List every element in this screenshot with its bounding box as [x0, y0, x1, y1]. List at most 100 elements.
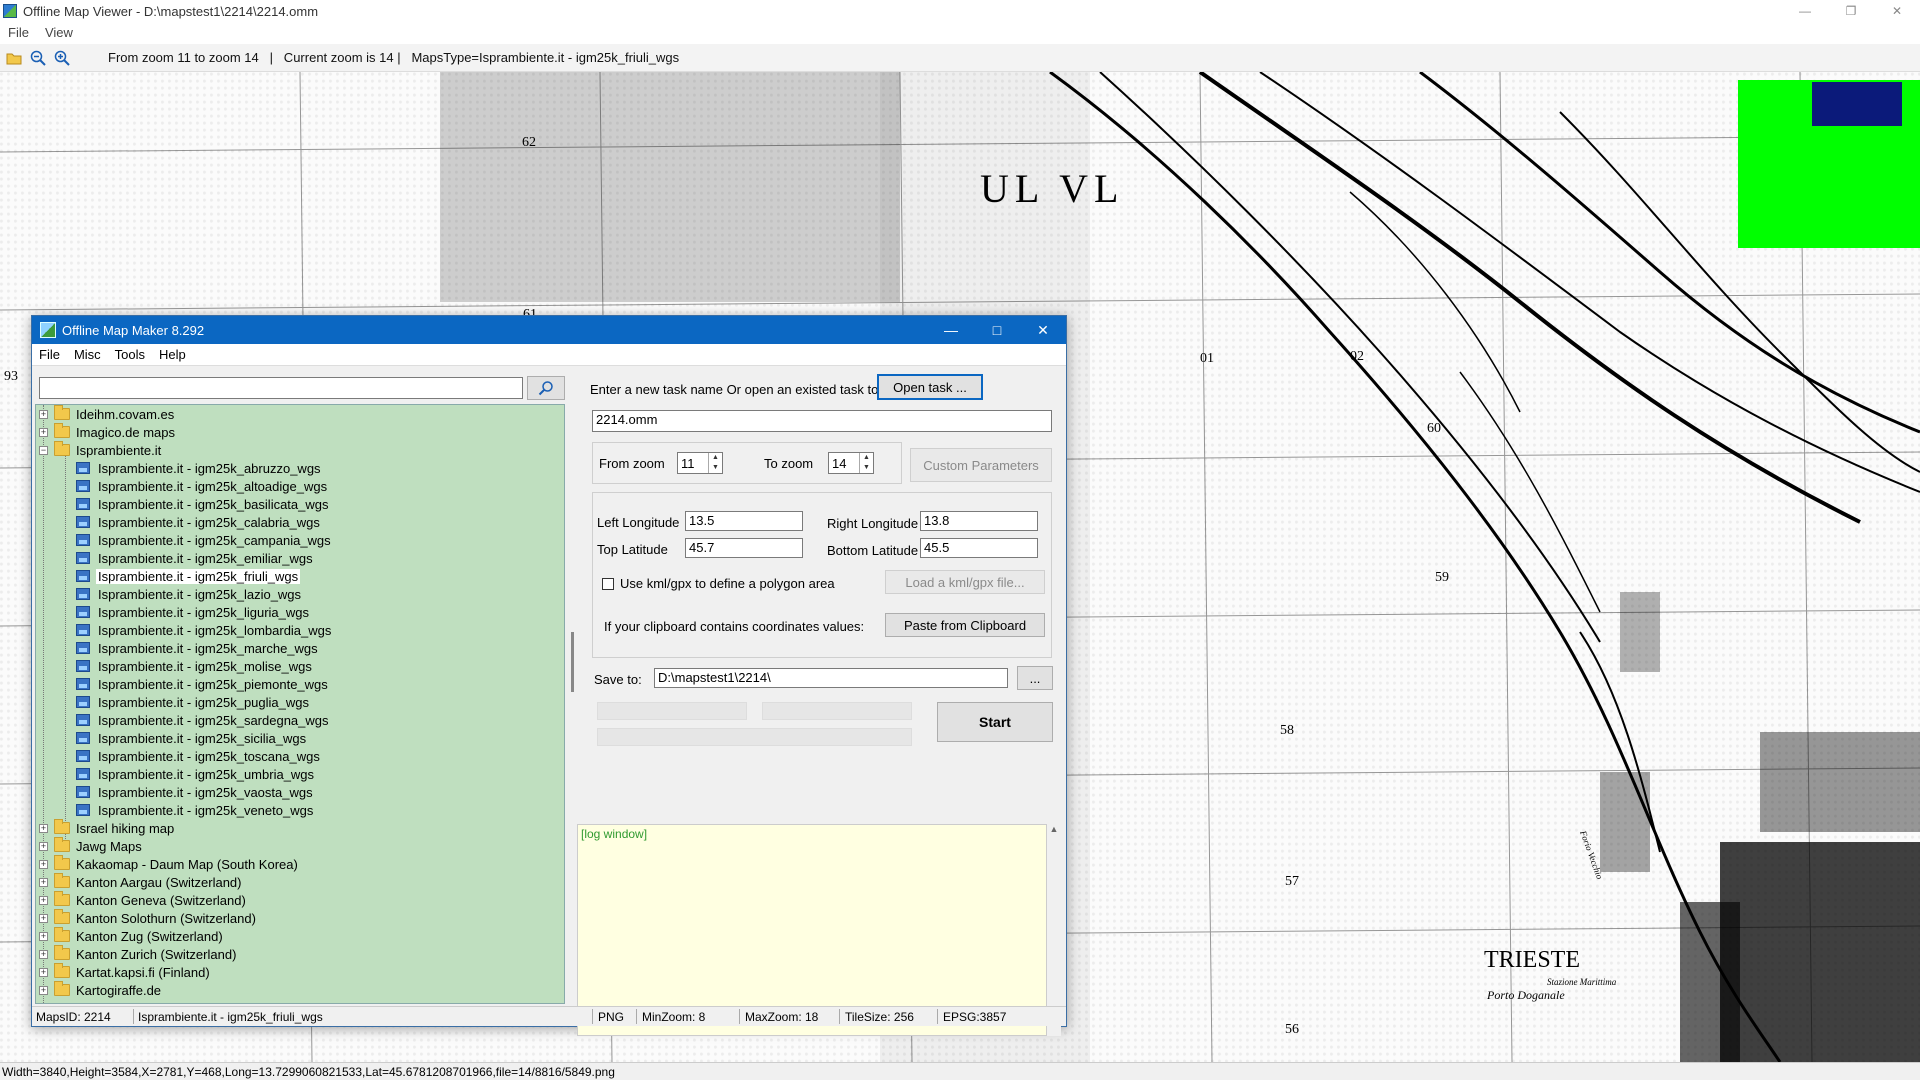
start-button[interactable]: Start [937, 702, 1053, 742]
tree-map-item[interactable]: Isprambiente.it - igm25k_sardegna_wgs [36, 711, 564, 729]
to-zoom-spinner[interactable]: 14 ▲ ▼ [828, 452, 874, 474]
pane-splitter[interactable] [571, 632, 574, 692]
tree-map-item[interactable]: Isprambiente.it - igm25k_vaosta_wgs [36, 783, 564, 801]
dialog-close-icon[interactable]: ✕ [1020, 316, 1066, 344]
overview-minimap[interactable] [1738, 80, 1920, 248]
expand-icon[interactable]: + [39, 913, 48, 923]
spinner-arrows-icon[interactable]: ▲ ▼ [708, 453, 722, 473]
clipboard-hint-label: If your clipboard contains coordinates v… [604, 619, 865, 634]
tree-map-item[interactable]: Isprambiente.it - igm25k_toscana_wgs [36, 747, 564, 765]
tree-folder[interactable]: + Kanton Zug (Switzerland) [36, 927, 564, 945]
tree-folder[interactable]: + Kakaomap - Daum Map (South Korea) [36, 855, 564, 873]
expand-icon[interactable]: + [39, 823, 48, 833]
bottom-latitude-input[interactable]: 45.5 [920, 538, 1038, 558]
tree-folder[interactable]: + Kanton Solothurn (Switzerland) [36, 909, 564, 927]
left-longitude-input[interactable]: 13.5 [685, 511, 803, 531]
tree-folder-open[interactable]: − Isprambiente.it [36, 441, 564, 459]
tree-folder[interactable]: + Israel hiking map [36, 819, 564, 837]
expand-icon[interactable]: + [39, 409, 48, 419]
right-longitude-input[interactable]: 13.8 [920, 511, 1038, 531]
task-name-input[interactable]: 2214.omm [592, 410, 1052, 432]
tree-folder[interactable]: + Kanton Aargau (Switzerland) [36, 873, 564, 891]
overview-viewport-frame[interactable] [1812, 82, 1902, 126]
dialog-minimize-icon[interactable]: — [928, 316, 974, 344]
search-button[interactable] [527, 376, 565, 400]
tree-map-item-selected[interactable]: Isprambiente.it - igm25k_friuli_wgs [36, 567, 564, 585]
custom-parameters-button[interactable]: Custom Parameters [910, 448, 1052, 482]
provider-tree[interactable]: + Ideihm.covam.es + Imagico.de maps − Ispra… [35, 404, 565, 1004]
expand-icon[interactable]: + [39, 427, 48, 437]
status-tile-size: TileSize: 256 [845, 1010, 914, 1024]
load-kml-button[interactable]: Load a kml/gpx file... [885, 570, 1045, 594]
tree-map-item[interactable]: Isprambiente.it - igm25k_lazio_wgs [36, 585, 564, 603]
expand-icon[interactable]: + [39, 859, 48, 869]
tree-folder[interactable]: + Kartogiraffe.de [36, 981, 564, 999]
expand-icon[interactable]: + [39, 877, 48, 887]
expand-icon[interactable]: + [39, 895, 48, 905]
expand-icon[interactable]: + [39, 985, 48, 995]
dialog-menu-file[interactable]: File [32, 347, 67, 362]
menu-file[interactable]: File [0, 25, 37, 40]
tree-folder[interactable]: + Kartat.kapsi.fi (Finland) [36, 963, 564, 981]
dialog-titlebar[interactable]: Offline Map Maker 8.292 — □ ✕ [32, 316, 1066, 344]
expand-icon[interactable]: + [39, 967, 48, 977]
from-zoom-spinner[interactable]: 11 ▲ ▼ [677, 452, 723, 474]
dialog-menu-tools[interactable]: Tools [108, 347, 152, 362]
tree-map-item[interactable]: Isprambiente.it - igm25k_umbria_wgs [36, 765, 564, 783]
tree-map-item[interactable]: Isprambiente.it - igm25k_liguria_wgs [36, 603, 564, 621]
map-label: 01 [1200, 351, 1214, 366]
tree-map-label: Isprambiente.it - igm25k_sicilia_wgs [98, 730, 307, 746]
tree-map-item[interactable]: Isprambiente.it - igm25k_piemonte_wgs [36, 675, 564, 693]
tree-folder-label: Kanton Zurich (Switzerland) [76, 946, 237, 962]
browse-button[interactable]: ... [1017, 666, 1053, 690]
tree-map-item[interactable]: Isprambiente.it - igm25k_altoadige_wgs [36, 477, 564, 495]
tree-map-item[interactable]: Isprambiente.it - igm25k_veneto_wgs [36, 801, 564, 819]
tree-map-label: Isprambiente.it - igm25k_basilicata_wgs [98, 496, 329, 512]
tree-map-item[interactable]: Isprambiente.it - igm25k_calabria_wgs [36, 513, 564, 531]
tree-map-item[interactable]: Isprambiente.it - igm25k_basilicata_wgs [36, 495, 564, 513]
tree-folder[interactable]: + Kanton Geneva (Switzerland) [36, 891, 564, 909]
tree-folder[interactable]: + Ideihm.covam.es [36, 405, 564, 423]
tree-folder[interactable]: + Kanton Zurich (Switzerland) [36, 945, 564, 963]
collapse-icon[interactable]: − [39, 445, 48, 455]
maximize-icon[interactable]: ❐ [1828, 0, 1874, 22]
close-icon[interactable]: ✕ [1874, 0, 1920, 22]
kml-polygon-checkbox[interactable] [602, 578, 614, 590]
dialog-menu-help[interactable]: Help [152, 347, 193, 362]
tree-map-item[interactable]: Isprambiente.it - igm25k_sicilia_wgs [36, 729, 564, 747]
map-icon [76, 570, 90, 582]
zoom-in-icon[interactable] [52, 48, 72, 68]
tree-map-item[interactable]: Isprambiente.it - igm25k_molise_wgs [36, 657, 564, 675]
paste-clipboard-button[interactable]: Paste from Clipboard [885, 613, 1045, 637]
tree-map-label: Isprambiente.it - igm25k_vaosta_wgs [98, 784, 313, 800]
open-folder-icon[interactable] [4, 48, 24, 68]
expand-icon[interactable]: + [39, 949, 48, 959]
save-path-input[interactable]: D:\mapstest1\2214\ [654, 668, 1008, 688]
provider-search-input[interactable] [39, 377, 523, 399]
zoom-out-icon[interactable] [28, 48, 48, 68]
dialog-menu-misc[interactable]: Misc [67, 347, 108, 362]
tree-map-item[interactable]: Isprambiente.it - igm25k_campania_wgs [36, 531, 564, 549]
tree-map-item[interactable]: Isprambiente.it - igm25k_marche_wgs [36, 639, 564, 657]
map-label: 62 [522, 135, 536, 150]
expand-icon[interactable]: + [39, 841, 48, 851]
status-epsg: EPSG:3857 [943, 1010, 1007, 1024]
minimize-icon[interactable]: — [1782, 0, 1828, 22]
map-label: UL VL [980, 166, 1124, 211]
menu-view[interactable]: View [37, 25, 81, 40]
log-scrollbar[interactable]: ▲ [1047, 824, 1061, 1036]
tree-map-item[interactable]: Isprambiente.it - igm25k_lombardia_wgs [36, 621, 564, 639]
dialog-maximize-icon[interactable]: □ [974, 316, 1020, 344]
tree-folder[interactable]: + Jawg Maps [36, 837, 564, 855]
expand-icon[interactable]: + [39, 931, 48, 941]
tree-map-item[interactable]: Isprambiente.it - igm25k_puglia_wgs [36, 693, 564, 711]
open-task-button[interactable]: Open task ... [877, 374, 983, 400]
tree-map-item[interactable]: Isprambiente.it - igm25k_abruzzo_wgs [36, 459, 564, 477]
map-icon [76, 624, 90, 636]
tree-map-item[interactable]: Isprambiente.it - igm25k_emiliar_wgs [36, 549, 564, 567]
tree-folder[interactable]: + Imagico.de maps [36, 423, 564, 441]
bottom-latitude-label: Bottom Latitude [827, 543, 919, 558]
top-latitude-input[interactable]: 45.7 [685, 538, 803, 558]
log-window[interactable]: [log window] [577, 824, 1047, 1036]
spinner-arrows-icon[interactable]: ▲ ▼ [859, 453, 873, 473]
